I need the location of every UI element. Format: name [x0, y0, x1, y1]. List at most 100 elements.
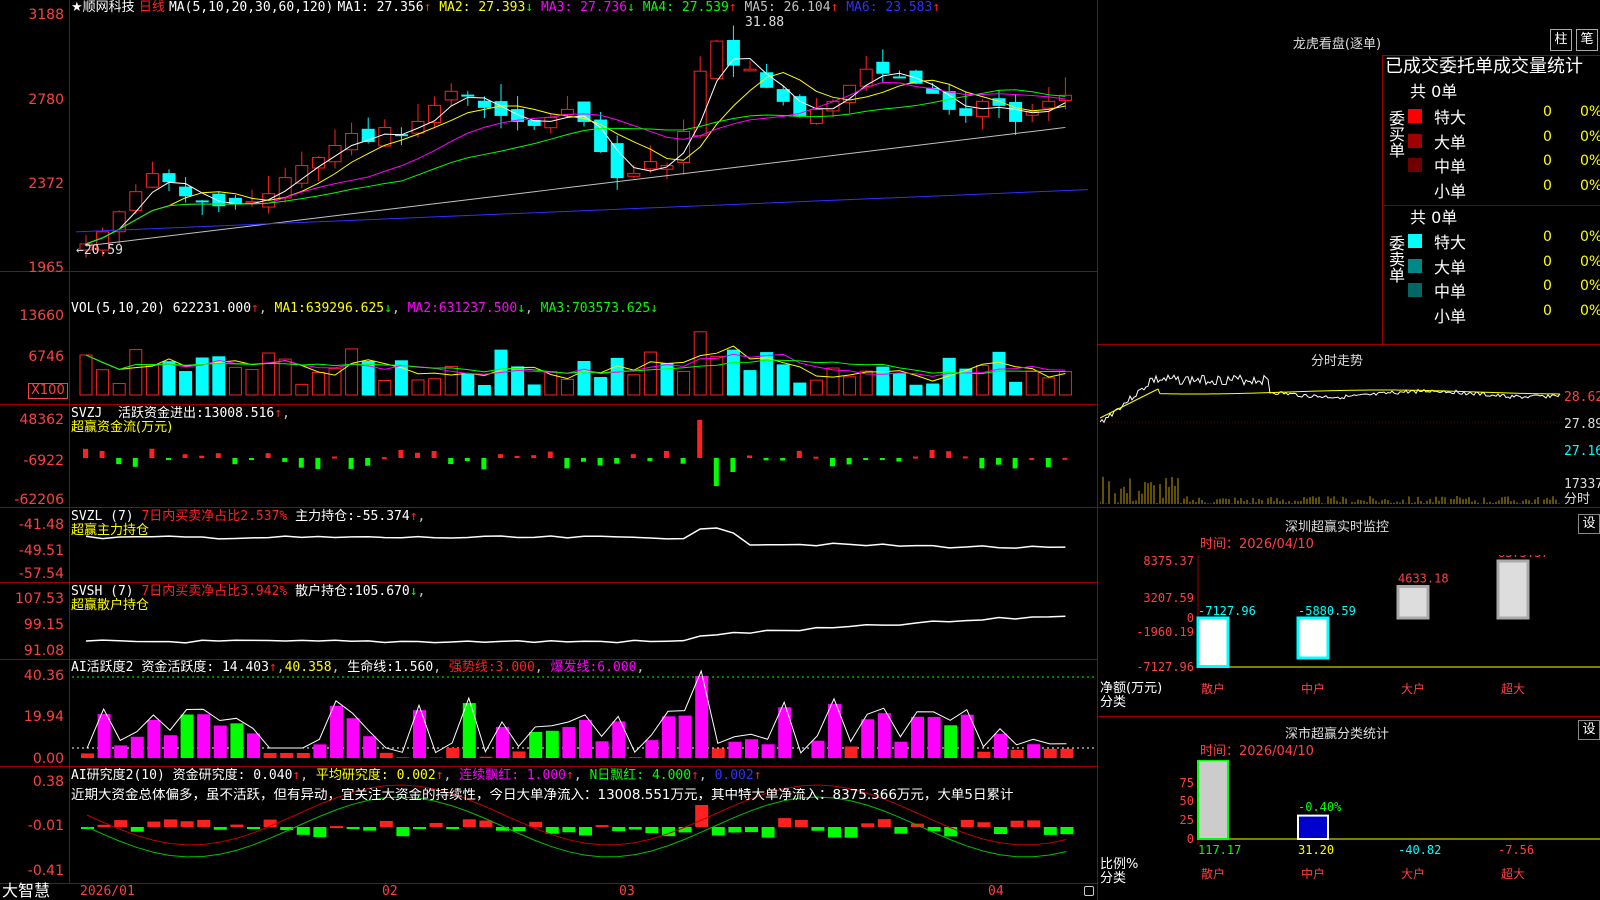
research-bar	[811, 827, 825, 831]
monitor-bar-value: -7127.96	[1198, 604, 1256, 618]
ma-value: MA4: 27.539	[634, 0, 729, 15]
candle	[428, 104, 442, 123]
intraday-chart[interactable]	[1099, 370, 1562, 506]
activity-bar	[230, 723, 244, 758]
color-swatch	[1408, 258, 1422, 273]
activity-bar	[280, 753, 294, 758]
period-label[interactable]: 日线	[139, 0, 165, 15]
order-percent: 0%	[1580, 229, 1600, 245]
activity-bar	[97, 714, 111, 758]
activity-bar	[197, 714, 211, 758]
vol-unit-badge[interactable]: X100	[28, 383, 68, 399]
price-low-label: ←20.59	[76, 243, 123, 258]
research-bar	[164, 819, 177, 827]
fund-flow-bar	[547, 451, 553, 458]
svsh-y-tick: 99.15	[23, 617, 64, 633]
activity-bar	[678, 715, 692, 758]
activity-bar	[296, 753, 310, 758]
activity-bar	[462, 703, 476, 758]
bar-mode-button[interactable]: 柱	[1550, 29, 1572, 51]
volume-bar	[776, 364, 790, 396]
x-axis-label: 02	[382, 884, 398, 899]
fund-flow-bar	[415, 452, 420, 458]
candle	[477, 100, 491, 108]
volume-bar	[710, 355, 724, 396]
fund-flow-bar	[215, 453, 221, 458]
color-swatch	[1408, 234, 1422, 248]
monitor-y-tick: -7127.96	[1136, 660, 1194, 674]
research-bar	[628, 827, 642, 830]
candle	[461, 94, 475, 97]
classify-ylabel: 比例% 分类	[1100, 857, 1139, 886]
kline-chart[interactable]	[0, 0, 1098, 900]
monitor-settings-button[interactable]: 设	[1578, 514, 1600, 534]
candle	[643, 161, 657, 170]
order-count: 0	[1543, 253, 1552, 270]
star-icon[interactable]: ★	[71, 0, 83, 15]
monitor-bar	[1496, 559, 1530, 620]
intraday-tab[interactable]: 分时	[1564, 493, 1590, 507]
order-type: 中单	[1434, 157, 1467, 176]
fund-flow-bar	[365, 458, 371, 466]
fund-flow-bar	[381, 457, 387, 460]
svzl-y-tick: -57.54	[18, 566, 64, 582]
research-bar	[247, 827, 260, 829]
fund-flow-bar	[597, 458, 603, 466]
activity-bar	[994, 733, 1007, 758]
activity-bar	[313, 744, 327, 758]
candle	[859, 68, 873, 87]
classify-settings-button[interactable]: 设	[1578, 720, 1600, 740]
candle	[876, 61, 890, 74]
research-bar	[296, 827, 310, 835]
candle	[162, 173, 176, 183]
activity-bar	[628, 757, 642, 758]
fund-flow-bar	[581, 458, 586, 462]
color-swatch	[1408, 158, 1422, 172]
x-axis-label: 2026/01	[80, 884, 135, 899]
tick-mode-button[interactable]: 笔	[1576, 29, 1598, 51]
ai-research-summary: 近期大资金总体偏多，虽不活跃，但有异动，宜关注大资金的持续性，今日大单净流入：1…	[71, 788, 1014, 802]
research-bar	[877, 819, 891, 827]
left-chart-area[interactable]: ★顺网科技 日线 MA(5,10,20,30,60,120) MA1: 27.3…	[0, 0, 1098, 900]
classify-category: 大户	[1401, 866, 1425, 881]
price-high-label: 31.88	[745, 15, 785, 30]
order-row: 中单 0 0%	[1408, 278, 1600, 302]
fund-flow-bar	[132, 458, 138, 467]
classify-category: 超大	[1501, 866, 1525, 881]
volume-bar	[843, 376, 857, 396]
fund-flow-bar	[298, 458, 304, 468]
order-type: 大单	[1434, 257, 1467, 277]
fund-flow-bar	[813, 456, 819, 459]
ma-line	[85, 89, 1066, 245]
monitor-chart[interactable]: 8375.37 3207.59 0-1960.19 -7127.96 -7127.96 散…	[1098, 555, 1600, 715]
research-bar	[1060, 827, 1074, 835]
fund-flow-bar	[99, 450, 105, 458]
ai1-y-tick: 0.00	[32, 751, 64, 767]
ma-line	[75, 189, 1089, 233]
main-y-tick: 2372	[28, 176, 64, 192]
candle	[444, 90, 458, 101]
volume-bar	[859, 370, 873, 396]
research-bar	[313, 827, 327, 838]
research-bar	[213, 827, 227, 830]
fund-flow-bar	[664, 451, 669, 458]
order-percent: 0%	[1580, 153, 1600, 169]
order-percent: 0%	[1580, 253, 1600, 270]
order-count: 0	[1543, 302, 1552, 319]
fund-flow-bar	[498, 454, 503, 458]
lock-icon[interactable]	[1084, 886, 1094, 896]
vol-y-tick: 6746	[28, 349, 64, 365]
order-count: 0	[1543, 278, 1552, 294]
activity-bar	[213, 725, 227, 758]
order-type: 特大	[1434, 233, 1467, 252]
volume-bar	[992, 351, 1006, 396]
fund-flow-bar	[614, 458, 620, 464]
volume-bar	[1058, 371, 1072, 396]
volume-bar	[228, 366, 242, 396]
volume-bar	[145, 364, 159, 396]
activity-bar	[496, 726, 509, 758]
classify-chart[interactable]: 75 50 25 0 117.17 散户 31.20 中户 -40.82 大户 -7.56 超大 -0.…	[1098, 760, 1600, 900]
candle	[544, 116, 558, 129]
activity-bar	[512, 751, 526, 758]
activity-bar	[877, 713, 891, 758]
